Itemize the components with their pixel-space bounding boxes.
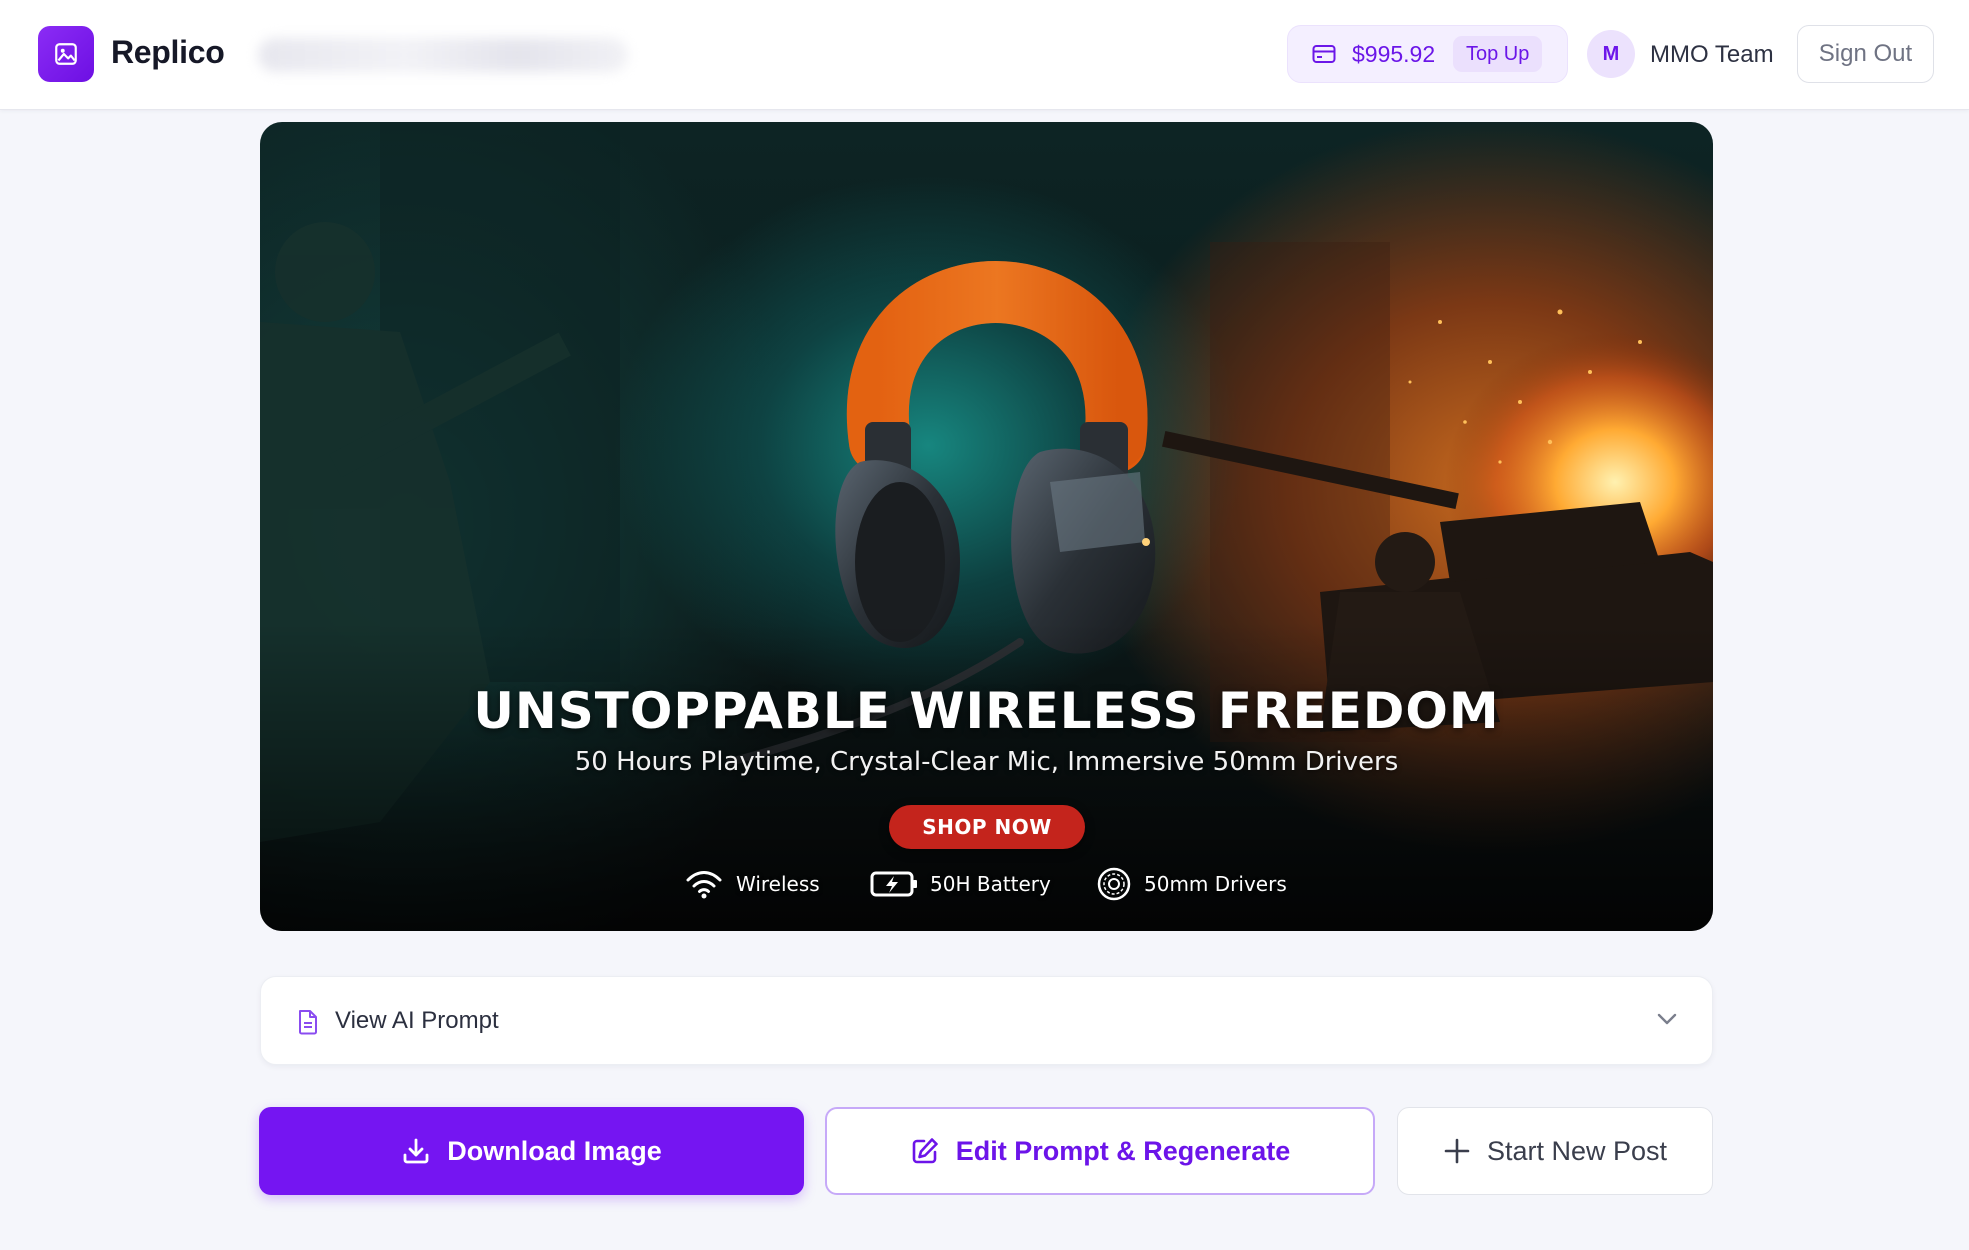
- banner-headline: UNSTOPPABLE WIRELESS FREEDOM: [473, 682, 1500, 740]
- document-icon: [299, 1010, 317, 1035]
- chevron-down-icon[interactable]: [1655, 1011, 1679, 1027]
- feature-wireless: Wireless: [684, 867, 820, 901]
- top-up-button[interactable]: Top Up: [1453, 36, 1543, 72]
- plus-icon: [1444, 1138, 1470, 1164]
- banner-subheadline: 50 Hours Playtime, Crystal-Clear Mic, Im…: [574, 747, 1399, 777]
- feature-drivers: 50mm Drivers: [1096, 867, 1287, 901]
- view-ai-prompt-accordion[interactable]: View AI Prompt: [260, 976, 1713, 1065]
- edit-prompt-regenerate-label: Edit Prompt & Regenerate: [955, 1135, 1291, 1166]
- credit-card-icon: [1312, 45, 1336, 63]
- download-image-label: Download Image: [447, 1135, 662, 1166]
- sign-out-button[interactable]: Sign Out: [1797, 25, 1934, 83]
- logo[interactable]: [38, 26, 94, 82]
- feature-battery: 50H Battery: [870, 867, 1051, 901]
- balance-pill: $995.92 Top Up: [1287, 25, 1568, 83]
- brand-name[interactable]: Replico: [111, 34, 225, 71]
- edit-prompt-regenerate-button[interactable]: Edit Prompt & Regenerate: [825, 1107, 1375, 1195]
- top-header: Replico $995.92 Top Up M MMO Team Sign O…: [0, 0, 1969, 110]
- battery-icon: [870, 871, 917, 897]
- view-ai-prompt-label: View AI Prompt: [335, 1007, 499, 1034]
- blurred-breadcrumb: [258, 38, 628, 72]
- shop-now-button: SHOP NOW: [889, 805, 1085, 849]
- download-icon: [403, 1138, 429, 1164]
- generated-banner-image: UNSTOPPABLE WIRELESS FREEDOM 50 Hours Pl…: [260, 122, 1713, 931]
- feature-wireless-label: Wireless: [736, 872, 820, 896]
- wifi-icon: [686, 871, 722, 899]
- image-icon: [55, 43, 77, 65]
- balance-amount: $995.92: [1352, 41, 1436, 67]
- edit-icon: [912, 1138, 938, 1164]
- speaker-driver-icon: [1097, 867, 1131, 901]
- start-new-post-button[interactable]: Start New Post: [1397, 1107, 1713, 1195]
- team-name: MMO Team: [1650, 41, 1774, 68]
- avatar[interactable]: M: [1587, 30, 1635, 78]
- start-new-post-label: Start New Post: [1486, 1135, 1668, 1166]
- feature-battery-label: 50H Battery: [930, 872, 1051, 896]
- download-image-button[interactable]: Download Image: [259, 1107, 804, 1195]
- feature-drivers-label: 50mm Drivers: [1144, 872, 1287, 896]
